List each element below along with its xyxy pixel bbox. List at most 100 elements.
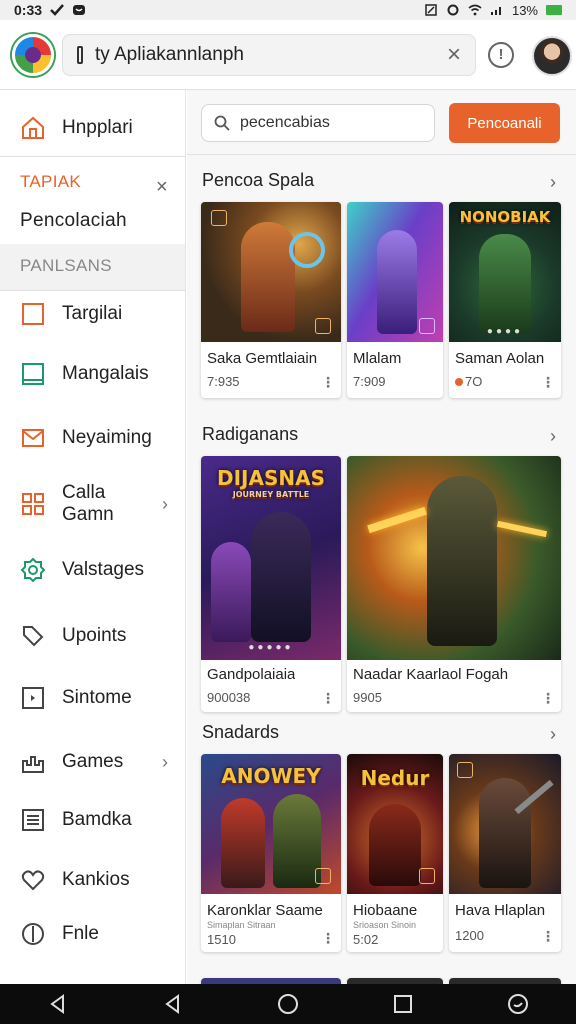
sidebar-item-mangalais[interactable]: Mangalais [0, 358, 185, 390]
chevron-right-icon: › [162, 493, 168, 514]
game-title: Hava Hlaplan [455, 902, 546, 919]
game-subtitle: Srioason Sinoin [353, 920, 417, 930]
sidebar-item-valstages[interactable]: Valstages [0, 554, 185, 586]
back-alt-icon[interactable] [153, 984, 193, 1024]
sidebar-item-kankios[interactable]: Kankios [0, 864, 185, 896]
close-icon[interactable]: × [156, 176, 168, 199]
sidebar-item-sintome[interactable]: Sintome [0, 682, 185, 714]
game-subtitle: Simaplan Sitraan [207, 920, 276, 930]
game-title: Hiobaane [353, 902, 418, 919]
info-icon[interactable]: ! [488, 42, 514, 68]
game-cover-image [347, 456, 561, 660]
sidebar-item-targilai[interactable]: Targilai [0, 298, 185, 330]
game-meta: 9905 [353, 690, 382, 705]
home-button-icon[interactable] [268, 984, 308, 1024]
game-cover-image: Nedur [347, 754, 443, 894]
more-options-icon[interactable]: ⋮ [321, 374, 335, 391]
sidebar-item-label: Valstages [62, 559, 145, 580]
cover-subtitle-text: JOURNEY BATTLE [232, 490, 310, 499]
sidebar-item-label: Games [62, 751, 124, 772]
sidebar-item-neyaiming[interactable]: Neyaiming [0, 422, 185, 454]
app-logo[interactable] [12, 34, 54, 76]
check-icon [50, 4, 64, 16]
rating-dot [455, 377, 463, 386]
sidebar-item-label: Upoints [62, 625, 127, 646]
heart-icon [20, 867, 46, 893]
header-search-field[interactable]: ty Apliakannlanph × [62, 34, 476, 76]
game-card[interactable]: ANOWEY Karonklar Saame Simaplan Sitraan … [201, 754, 341, 952]
square-icon [20, 301, 46, 327]
game-meta: 5:02 [353, 932, 379, 947]
battery-icon [546, 5, 562, 15]
wifi-icon [468, 4, 482, 16]
back-icon[interactable] [38, 984, 78, 1024]
section-label-tapiak: TAPIAK [20, 172, 82, 191]
assistant-icon[interactable] [498, 984, 538, 1024]
sidebar-item-calla-gamn[interactable]: Calla Gamn › [0, 482, 185, 525]
close-icon[interactable]: × [447, 43, 461, 67]
chevron-right-icon[interactable]: › [550, 724, 556, 745]
content-search-input[interactable]: pecencabias [240, 114, 330, 132]
main-content: pecencabias Pencoanali Pencoa Spala › Sa… [187, 90, 576, 984]
content-search-field[interactable]: pecencabias [201, 104, 435, 142]
game-title: Saka Gemtlaiain [207, 350, 318, 367]
game-card[interactable]: Hava Hlaplan 1200 ⋮ [449, 754, 561, 952]
section-title: Radiganans [202, 424, 299, 444]
more-options-icon[interactable]: ⋮ [541, 928, 555, 945]
mail-icon [20, 425, 46, 451]
chevron-right-icon[interactable]: › [550, 172, 556, 193]
game-card[interactable]: NONOBIAK ●●●● Saman Aolan 7O ⋮ [449, 202, 561, 398]
game-meta: 900038 [207, 690, 251, 705]
sidebar-item-bamdka[interactable]: Bamdka [0, 804, 185, 836]
game-card[interactable]: Naadar Kaarlaol Fogah 9905 ⋮ [347, 456, 561, 712]
recents-icon[interactable] [383, 984, 423, 1024]
cover-title-text: NONOBIAK [459, 208, 551, 226]
sidebar-item-label: Mangalais [62, 363, 149, 384]
avatar[interactable] [532, 36, 572, 76]
game-cover-image [347, 202, 443, 342]
game-card[interactable]: Nedur Hiobaane Srioason Sinoin 5:02 [347, 754, 443, 952]
game-meta: 7:909 [353, 374, 386, 389]
sidebar-item-fnle[interactable]: Fnle [0, 918, 185, 950]
search-icon [214, 115, 230, 131]
sidebar-item-label: Bamdka [62, 809, 132, 830]
game-title: Saman Aolan [455, 350, 545, 367]
sidebar-item-label: Kankios [62, 869, 130, 890]
sidebar-item-label: Sintome [62, 687, 132, 708]
app-header: ty Apliakannlanph × ! [0, 20, 576, 90]
game-title: Gandpolaiaia [207, 666, 296, 683]
sidebar-item-label: Hnpplari [62, 117, 133, 138]
sidebar-item-upoints[interactable]: Upoints [0, 620, 185, 652]
chevron-right-icon: › [162, 751, 168, 772]
system-nav-bar [0, 984, 576, 1024]
battery-level: 13% [511, 2, 538, 18]
list-icon [20, 807, 46, 833]
more-options-icon[interactable]: ⋮ [541, 690, 555, 707]
game-cover-image: DIJASNAS JOURNEY BATTLE ●●●●● [201, 456, 341, 660]
header-search-input[interactable]: ty Apliakannlanph [95, 44, 447, 66]
chevron-right-icon[interactable]: › [550, 426, 556, 447]
square-icon [20, 361, 46, 387]
more-options-icon[interactable]: ⋮ [321, 690, 335, 707]
tag-icon [20, 623, 46, 649]
game-title: Naadar Kaarlaol Fogah [353, 666, 509, 683]
search-button[interactable]: Pencoanali [449, 103, 560, 143]
status-bar: 0:33 13% [0, 0, 576, 20]
game-card[interactable]: Saka Gemtlaiain 7:935 ⋮ [201, 202, 341, 398]
cover-title-text: Nedur [360, 766, 430, 790]
game-cover-image [201, 202, 341, 342]
game-cover-image: ANOWEY [201, 754, 341, 894]
game-meta: 7:935 [207, 374, 240, 389]
castle-icon [20, 749, 46, 775]
game-card[interactable]: Mlalam 7:909 [347, 202, 443, 398]
section-title: Snadards [202, 722, 280, 742]
sidebar-item-home[interactable]: Hnpplari [0, 112, 185, 144]
more-options-icon[interactable]: ⋮ [321, 930, 335, 947]
sidebar-item-label: Fnle [62, 923, 99, 944]
game-cover-image: NONOBIAK ●●●● [449, 202, 561, 342]
game-card[interactable]: DIJASNAS JOURNEY BATTLE ●●●●● Gandpolaia… [201, 456, 341, 712]
section-label-panlsans: PANLSANS [20, 256, 112, 275]
sidebar-item-pencolaciah[interactable]: Pencolaciah [20, 210, 127, 232]
sidebar-item-games[interactable]: Games › [0, 746, 185, 778]
more-options-icon[interactable]: ⋮ [541, 374, 555, 391]
